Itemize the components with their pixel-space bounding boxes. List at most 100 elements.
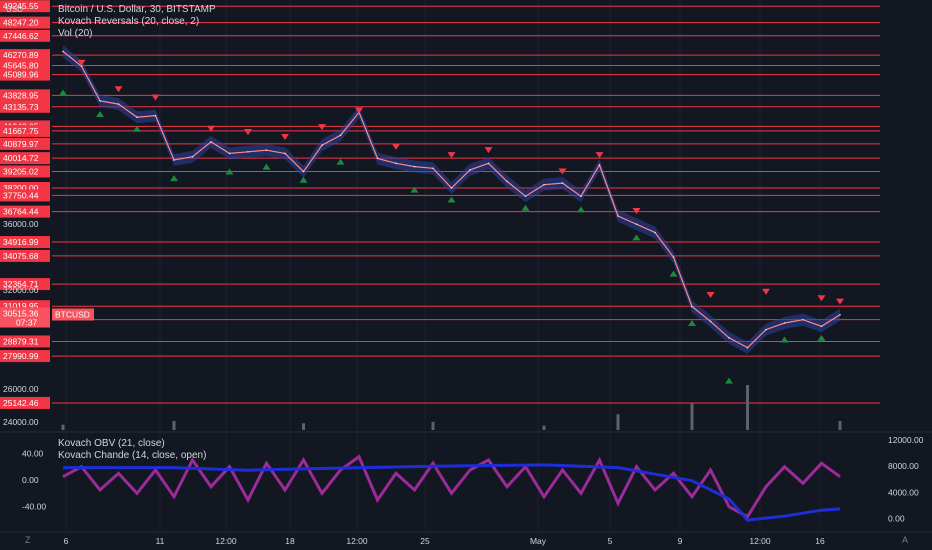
- volume-bar: [61, 424, 65, 430]
- indicator-volume[interactable]: Vol (20): [58, 28, 216, 40]
- price-point: [746, 346, 749, 349]
- price-point: [99, 99, 101, 102]
- main-legend: Bitcoin / U.S. Dollar, 30, BITSTAMP Kova…: [58, 4, 216, 40]
- price-point: [228, 152, 231, 155]
- currency-label: USD: [6, 5, 23, 14]
- price-point: [728, 337, 730, 339]
- indicator-kovach-reversals[interactable]: Kovach Reversals (20, close, 2): [58, 16, 216, 28]
- price-point: [302, 170, 305, 173]
- level-label: 48247.20: [3, 18, 39, 28]
- price-point: [339, 134, 342, 137]
- obv-axis-label: 12000.00: [888, 435, 924, 445]
- time-axis-label: 11: [156, 536, 165, 546]
- level-label: 34916.99: [3, 237, 39, 247]
- level-label: 34075.68: [3, 251, 39, 261]
- price-point: [672, 256, 675, 258]
- price-tag-countdown: 07:37: [16, 318, 38, 328]
- price-point: [691, 305, 693, 308]
- auto-scale-button-left[interactable]: Z: [25, 535, 31, 545]
- chande-axis-label: -40.00: [22, 502, 46, 512]
- symbol-title[interactable]: Bitcoin / U.S. Dollar, 30, BITSTAMP: [58, 4, 216, 16]
- volume-bar: [302, 423, 305, 430]
- time-axis-label: 18: [285, 536, 295, 546]
- level-label: 40879.97: [3, 139, 39, 149]
- level-label: 47446.62: [3, 31, 39, 41]
- time-axis-label: May: [530, 536, 547, 546]
- price-point: [210, 141, 212, 143]
- price-point: [561, 182, 564, 184]
- price-point: [247, 151, 249, 153]
- volume-bar: [542, 425, 546, 430]
- price-point: [265, 149, 268, 151]
- price-point: [598, 164, 601, 166]
- price-point: [191, 155, 194, 158]
- price-point: [524, 195, 527, 198]
- level-label: 41667.75: [3, 126, 39, 136]
- price-point: [154, 114, 157, 117]
- level-label: 43135.73: [3, 102, 39, 112]
- price-axis-label: 24000.00: [3, 417, 39, 427]
- price-point: [450, 187, 453, 189]
- price-axis-label: 36000.00: [3, 219, 39, 229]
- level-label: 27990.99: [3, 351, 39, 361]
- price-point: [413, 165, 416, 168]
- price-point: [820, 325, 823, 328]
- level-label: 36764.44: [3, 207, 39, 217]
- price-point: [709, 320, 712, 323]
- time-axis-label: 6: [64, 536, 69, 546]
- volume-bar: [616, 414, 620, 430]
- price-point: [617, 215, 619, 217]
- price-axis-label: 26000.00: [3, 384, 39, 394]
- price-point: [654, 231, 656, 234]
- price-point: [321, 144, 323, 147]
- obv-axis-label: 8000.00: [888, 461, 919, 471]
- auto-scale-button-right[interactable]: A: [902, 535, 908, 545]
- time-axis-label: 9: [678, 536, 683, 546]
- lower-legend: Kovach OBV (21, close) Kovach Chande (14…: [58, 438, 206, 462]
- level-label: 43828.95: [3, 90, 39, 100]
- symbol-tag-label: BTCUSD: [55, 310, 90, 320]
- price-point: [284, 152, 286, 155]
- level-label: 25142.46: [3, 398, 39, 408]
- chande-axis-label: 0.00: [22, 475, 39, 485]
- time-axis-label: 12:00: [749, 536, 771, 546]
- price-point: [136, 116, 138, 119]
- price-point: [580, 195, 582, 198]
- price-point: [635, 223, 638, 226]
- time-axis-label: 16: [815, 536, 825, 546]
- volume-bar: [838, 421, 842, 430]
- time-axis-label: 5: [608, 536, 613, 546]
- time-axis-label: 25: [420, 536, 430, 546]
- price-point: [395, 162, 397, 165]
- level-label: 28879.31: [3, 336, 39, 346]
- price-point: [506, 180, 508, 183]
- price-point: [469, 169, 471, 171]
- indicator-kovach-chande[interactable]: Kovach Chande (14, close, open): [58, 450, 206, 462]
- time-axis-label: 12:00: [346, 536, 368, 546]
- price-axis-label: 32000.00: [3, 285, 39, 295]
- chart-area[interactable]: 49245.5548247.2047446.6246270.8945645.80…: [0, 0, 932, 550]
- price-point: [376, 157, 379, 160]
- price-point: [117, 103, 120, 105]
- level-label: 40014.72: [3, 153, 39, 163]
- price-point: [783, 322, 786, 324]
- price-point: [543, 183, 545, 186]
- chande-axis-label: 40.00: [22, 448, 44, 458]
- level-label: 39205.02: [3, 166, 39, 176]
- level-label: 45089.96: [3, 70, 39, 80]
- obv-axis-label: 4000.00: [888, 487, 919, 497]
- price-point: [173, 159, 175, 161]
- volume-bar: [746, 385, 749, 430]
- level-label: 37750.44: [3, 190, 39, 200]
- level-label: 46270.89: [3, 50, 39, 60]
- indicator-kovach-obv[interactable]: Kovach OBV (21, close): [58, 438, 206, 450]
- price-point: [802, 318, 804, 321]
- volume-bar: [431, 421, 435, 430]
- obv-axis-label: 0.00: [888, 514, 905, 524]
- volume-bar: [172, 421, 176, 430]
- price-point: [839, 313, 841, 316]
- price-point: [487, 162, 490, 165]
- price-point: [432, 167, 434, 170]
- price-point: [62, 50, 64, 53]
- volume-bar: [690, 403, 694, 430]
